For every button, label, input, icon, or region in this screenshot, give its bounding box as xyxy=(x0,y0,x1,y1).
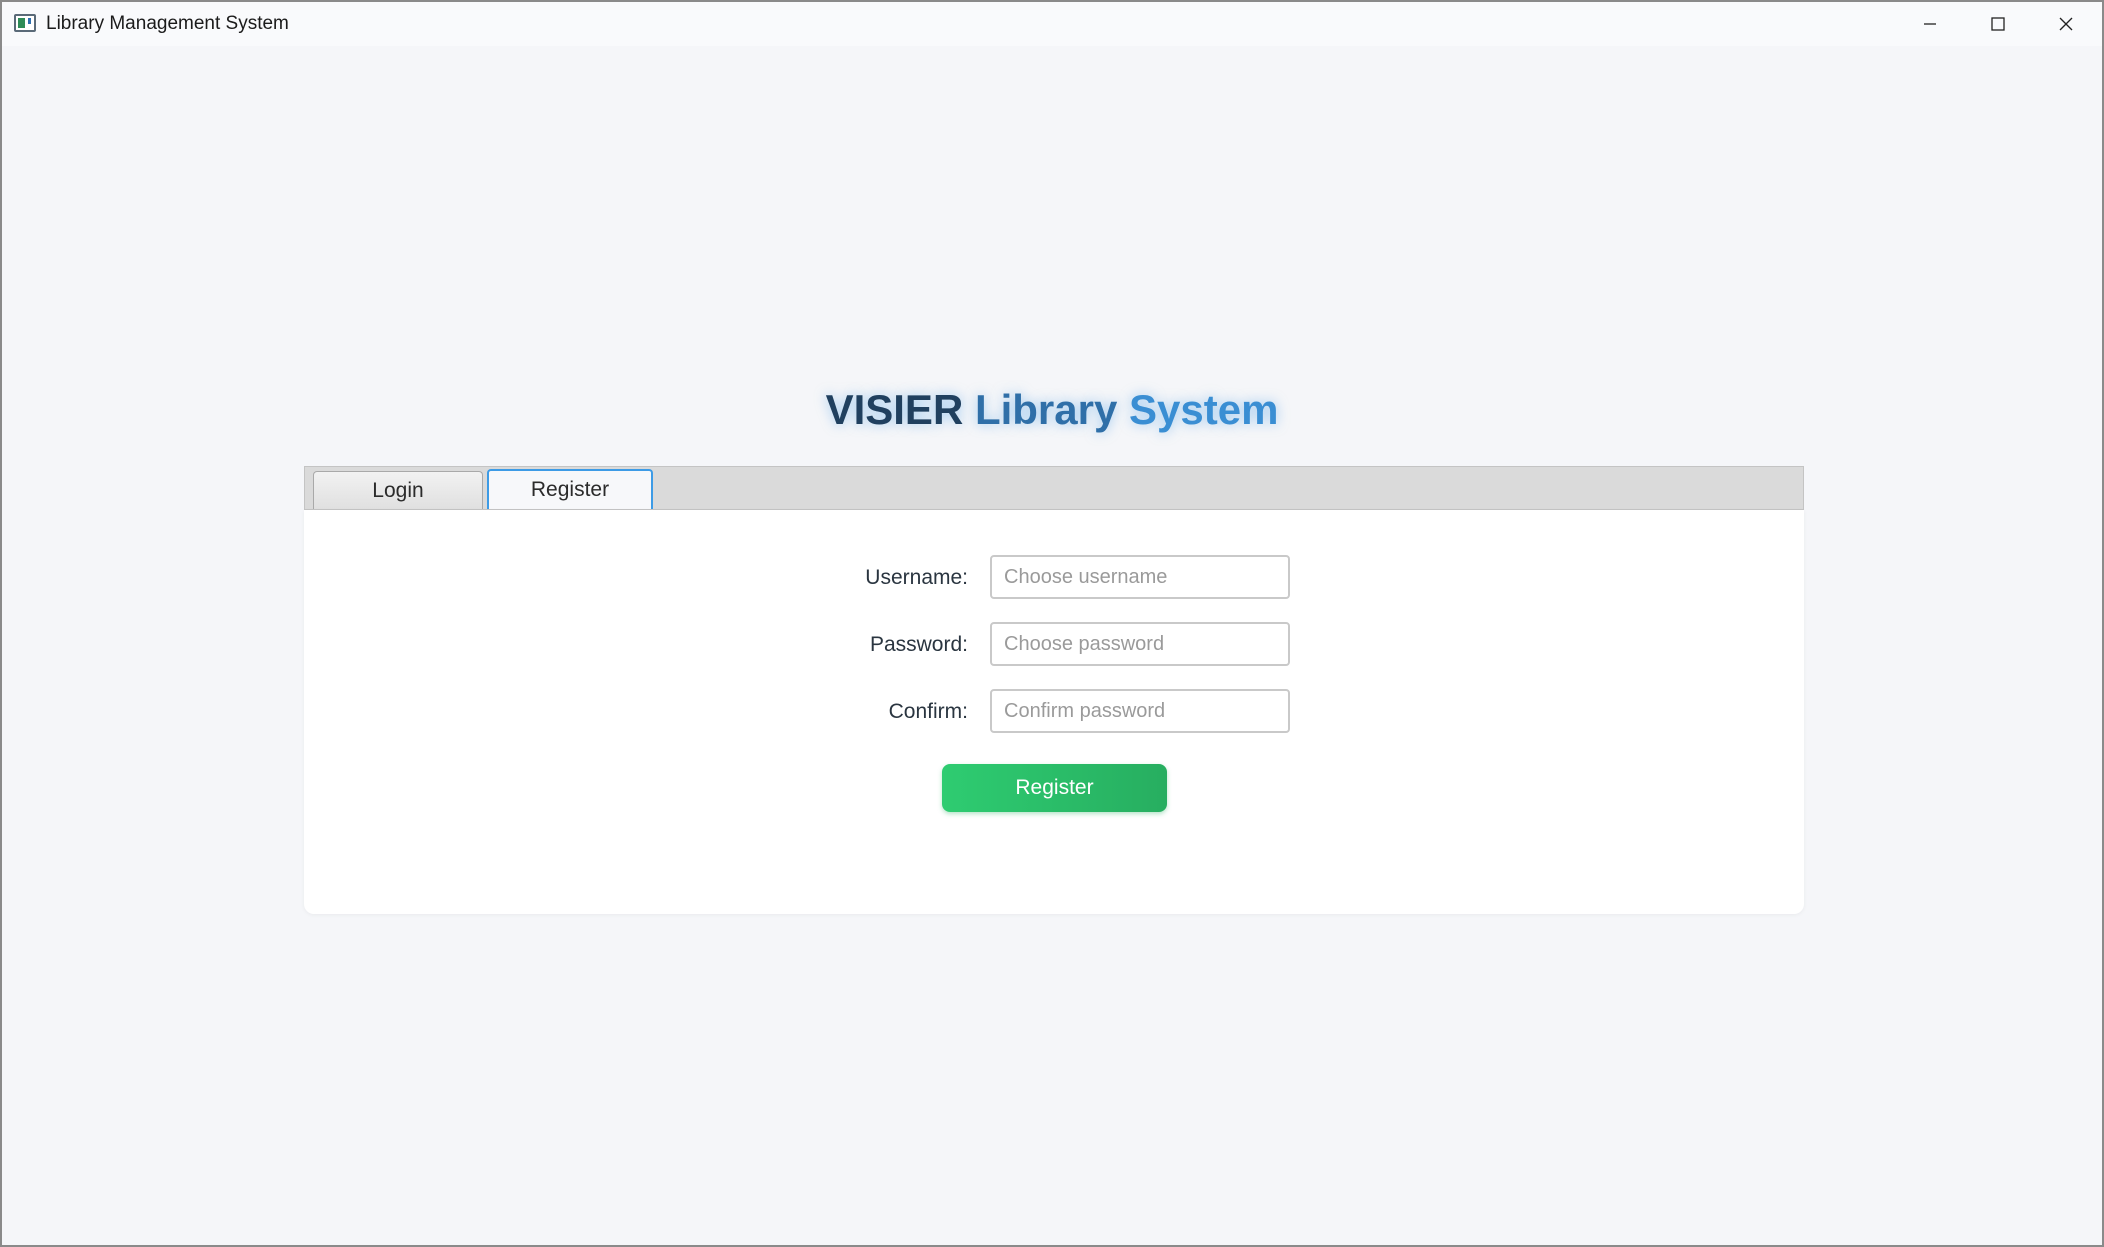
minimize-icon xyxy=(1924,23,1936,25)
heading-part-visier: VISIER xyxy=(825,386,964,433)
maximize-icon xyxy=(1991,17,2005,31)
title-bar[interactable]: Library Management System xyxy=(2,2,2102,46)
username-input[interactable] xyxy=(990,555,1290,599)
confirm-label: Confirm: xyxy=(888,700,968,723)
username-label: Username: xyxy=(865,566,968,589)
password-input[interactable] xyxy=(990,622,1290,666)
tab-register[interactable]: Register xyxy=(487,469,653,509)
close-button[interactable] xyxy=(2032,2,2100,46)
heading-part-system: System xyxy=(1129,386,1279,433)
tab-login[interactable]: Login xyxy=(313,471,483,509)
app-icon xyxy=(14,14,36,32)
heading-part-library: Library xyxy=(974,386,1118,433)
maximize-button[interactable] xyxy=(1964,2,2032,46)
tab-strip: Login Register xyxy=(304,466,1804,510)
app-heading: VISIER Library System xyxy=(2,382,2102,438)
window-title: Library Management System xyxy=(46,13,289,34)
password-label: Password: xyxy=(869,633,968,656)
app-window: Library Management System VISIER Library… xyxy=(0,0,2104,1247)
close-icon xyxy=(2059,17,2073,31)
minimize-button[interactable] xyxy=(1896,2,1964,46)
confirm-password-input[interactable] xyxy=(990,689,1290,733)
register-button[interactable]: Register xyxy=(942,764,1167,812)
